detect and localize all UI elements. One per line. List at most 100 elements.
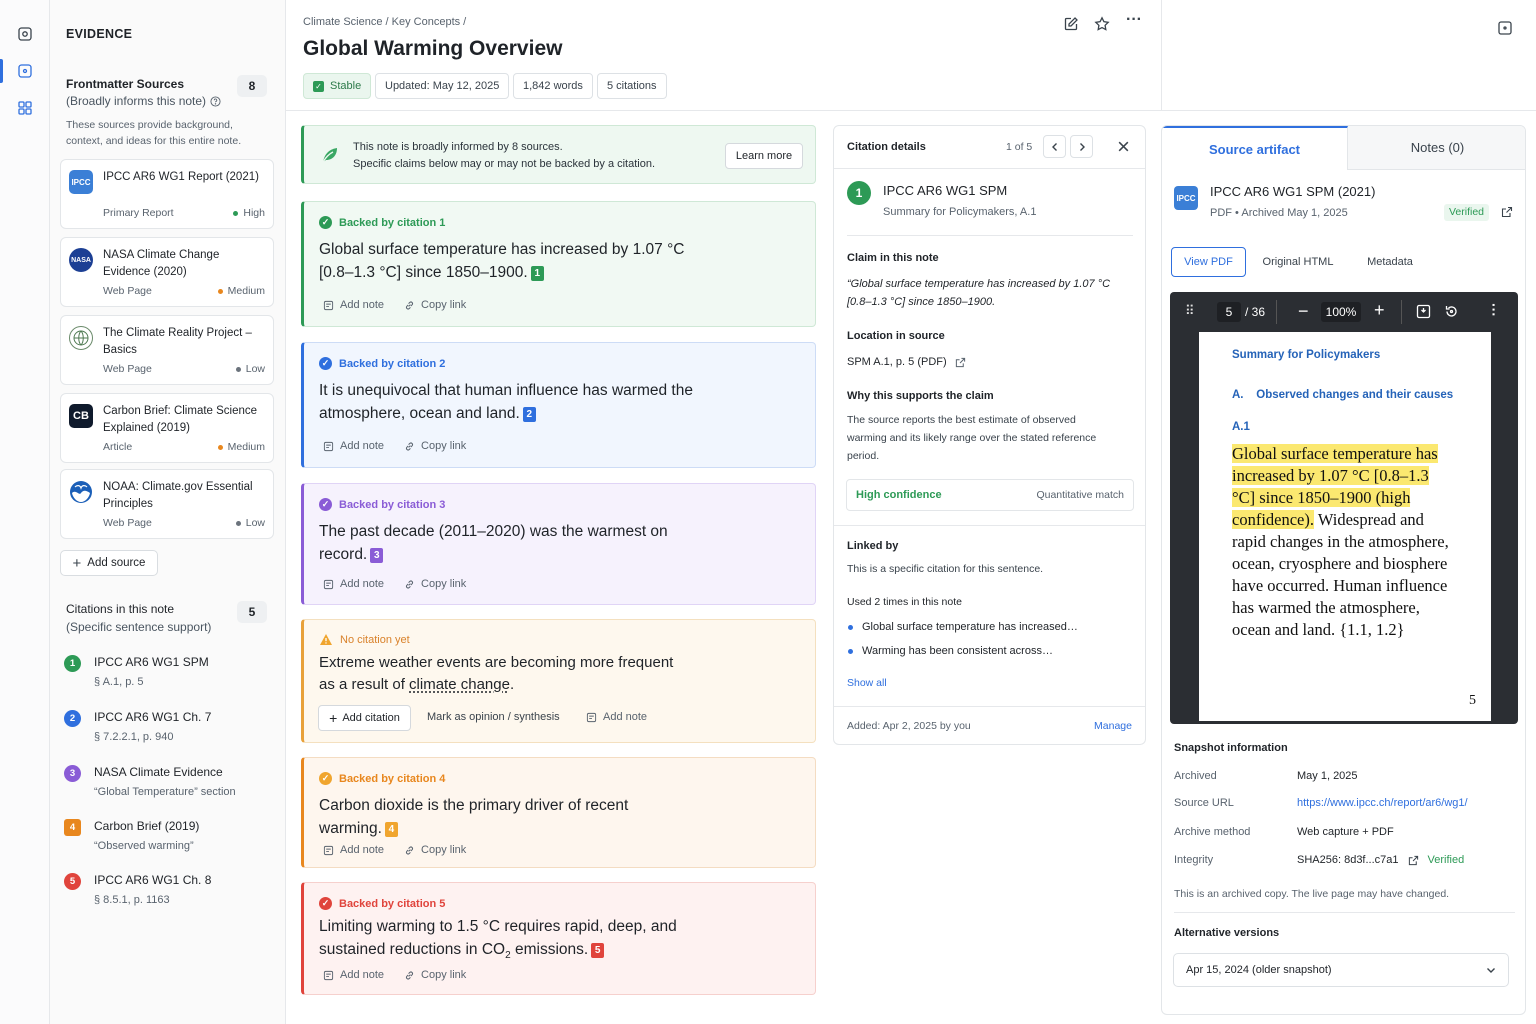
add-note-button[interactable]: Add note: [323, 299, 384, 311]
panel-toggle-icon[interactable]: [1497, 20, 1513, 36]
citation-number: 2: [64, 710, 81, 727]
add-note-button[interactable]: Add note: [323, 578, 384, 590]
subtab-original-html[interactable]: Original HTML: [1254, 247, 1342, 277]
claim-card-3[interactable]: ✓ Backed by citation 3 The past decade (2…: [301, 483, 816, 605]
source-card-nasa[interactable]: NASA NASA Climate Change Evidence (2020)…: [60, 237, 274, 307]
citation-number-badge: 1: [847, 181, 871, 205]
check-circle-icon: ✓: [319, 216, 332, 229]
more-options-icon[interactable]: ···: [1126, 12, 1142, 32]
citation-number: 1: [64, 655, 81, 672]
copy-link-button[interactable]: Copy link: [404, 299, 466, 311]
why-heading: Why this supports the claim: [847, 390, 994, 402]
citation-badge[interactable]: 2: [522, 407, 536, 422]
pdf-body: Global surface temperature has increased…: [1232, 443, 1454, 641]
integrity-value: SHA256: 8d3f...c7a1 Verified: [1297, 854, 1464, 866]
claim-sentence-end: .: [509, 676, 515, 693]
mark-opinion-button[interactable]: Mark as opinion / synthesis: [427, 711, 560, 723]
usage-text: Warming has been consistent across…: [862, 645, 1053, 657]
claim-status: ✓ Backed by citation 5: [319, 897, 445, 910]
linked-text: This is a specific citation for this sen…: [847, 563, 1044, 575]
add-citation-button[interactable]: + Add citation: [318, 705, 411, 731]
prev-citation-button[interactable]: [1043, 135, 1066, 158]
star-icon[interactable]: [1094, 16, 1110, 32]
claim-card-2[interactable]: ✓ Backed by citation 2 It is unequivocal …: [301, 342, 816, 468]
source-card-noaa[interactable]: NOAA: Climate.gov Essential Principles W…: [60, 469, 274, 539]
source-type: Article: [103, 441, 133, 453]
notebook-icon[interactable]: [15, 24, 35, 44]
claim-card-1[interactable]: ✓ Backed by citation 1 Global surface tem…: [301, 201, 816, 327]
show-all-link[interactable]: Show all: [847, 677, 887, 689]
source-level: Medium: [217, 441, 265, 453]
verified-badge: Verified: [1444, 204, 1490, 221]
claim-text: The past decade (2011–2020) was the warm…: [319, 520, 679, 566]
zoom-out-icon[interactable]: −: [1298, 301, 1309, 322]
source-card-ipcc[interactable]: IPCC IPCC AR6 WG1 Report (2021) Primary …: [60, 159, 274, 229]
source-name: NOAA: Climate.gov Essential Principles: [103, 481, 253, 510]
source-card-carbon-brief[interactable]: CB Carbon Brief: Climate Science Explain…: [60, 393, 274, 463]
frontmatter-count: 8: [237, 75, 267, 97]
help-icon[interactable]: [210, 95, 221, 107]
copy-link-button[interactable]: Copy link: [404, 578, 466, 590]
snapshot-label: Source URL: [1174, 797, 1234, 809]
subtab-metadata[interactable]: Metadata: [1355, 247, 1425, 277]
learn-more-button[interactable]: Learn more: [725, 143, 803, 169]
claim-card-uncited[interactable]: No citation yet Extreme weather events a…: [301, 619, 816, 743]
add-note-label: Add note: [340, 844, 385, 856]
artifact-title: IPCC AR6 WG1 SPM (2021): [1210, 184, 1376, 199]
evidence-icon[interactable]: [15, 61, 35, 81]
copy-link-button[interactable]: Copy link: [404, 440, 466, 452]
add-note-button[interactable]: Add note: [323, 844, 384, 856]
pdf-more-icon[interactable]: ···: [1486, 303, 1502, 317]
usage-item[interactable]: Warming has been consistent across…: [848, 645, 1053, 657]
add-source-button[interactable]: + Add source: [60, 550, 158, 576]
claim-status: ✓ Backed by citation 2: [319, 357, 445, 370]
claim-sentence: Carbon dioxide is the primary driver of …: [319, 797, 629, 837]
source-type: Web Page: [103, 363, 152, 375]
page-input[interactable]: 5: [1217, 302, 1241, 322]
claim-actions: Add note Copy link: [323, 844, 466, 856]
tab-source-artifact[interactable]: Source artifact: [1162, 126, 1348, 170]
used-count: Used 2 times in this note: [847, 596, 962, 608]
claim-card-4[interactable]: ✓ Backed by citation 4 Carbon dioxide is …: [301, 757, 816, 868]
claim-text: Global surface temperature has increased…: [319, 238, 699, 284]
add-note-button[interactable]: Add note: [586, 711, 647, 723]
citation-badge[interactable]: 5: [591, 943, 605, 958]
citation-badge[interactable]: 1: [530, 266, 544, 281]
source-card-climate-reality[interactable]: The Climate Reality Project – Basics Web…: [60, 315, 274, 385]
next-citation-button[interactable]: [1070, 135, 1093, 158]
zoom-level[interactable]: 100%: [1321, 302, 1361, 322]
breadcrumb[interactable]: Climate Science / Key Concepts /: [303, 16, 466, 28]
citation-badge[interactable]: 3: [370, 548, 384, 563]
location-link[interactable]: SPM A.1, p. 5 (PDF): [847, 356, 966, 368]
claim-actions: Add note Copy link: [323, 440, 466, 452]
claim-quote: “Global surface temperature has increase…: [847, 278, 1111, 308]
zoom-in-icon[interactable]: +: [1374, 300, 1385, 321]
citation-badge[interactable]: 4: [384, 822, 398, 837]
tab-notes[interactable]: Notes (0): [1348, 126, 1525, 170]
external-link-icon[interactable]: [1408, 855, 1419, 866]
grid-icon[interactable]: [15, 98, 35, 118]
snapshot-value: May 1, 2025: [1297, 770, 1358, 782]
manage-link[interactable]: Manage: [1094, 720, 1132, 732]
edit-icon[interactable]: [1063, 16, 1079, 32]
subtab-view-pdf[interactable]: View PDF: [1171, 247, 1246, 277]
claim-status: ✓ Backed by citation 4: [319, 772, 445, 785]
claim-card-5[interactable]: ✓ Backed by citation 5 Limiting warming t…: [301, 882, 816, 995]
noaa-logo-icon: [69, 480, 93, 504]
external-link-icon[interactable]: [1501, 206, 1513, 218]
add-note-button[interactable]: Add note: [323, 969, 384, 981]
fit-page-icon[interactable]: [1416, 304, 1431, 319]
add-note-button[interactable]: Add note: [323, 440, 384, 452]
drag-handle-icon[interactable]: ⠿: [1185, 304, 1195, 317]
source-name: IPCC AR6 WG1 Report (2021): [103, 171, 259, 183]
copy-link-label: Copy link: [421, 844, 467, 856]
citations-title: Citations in this note: [66, 602, 175, 616]
claim-link[interactable]: climate change: [409, 676, 510, 693]
alt-versions-select[interactable]: Apr 15, 2024 (older snapshot): [1173, 953, 1509, 987]
copy-link-button[interactable]: Copy link: [404, 969, 466, 981]
copy-link-button[interactable]: Copy link: [404, 844, 466, 856]
rotate-icon[interactable]: [1444, 304, 1459, 319]
source-url-link[interactable]: https://www.ipcc.ch/report/ar6/wg1/: [1297, 797, 1468, 809]
close-icon[interactable]: [1117, 140, 1130, 153]
usage-item[interactable]: Global surface temperature has increased…: [848, 621, 1078, 633]
